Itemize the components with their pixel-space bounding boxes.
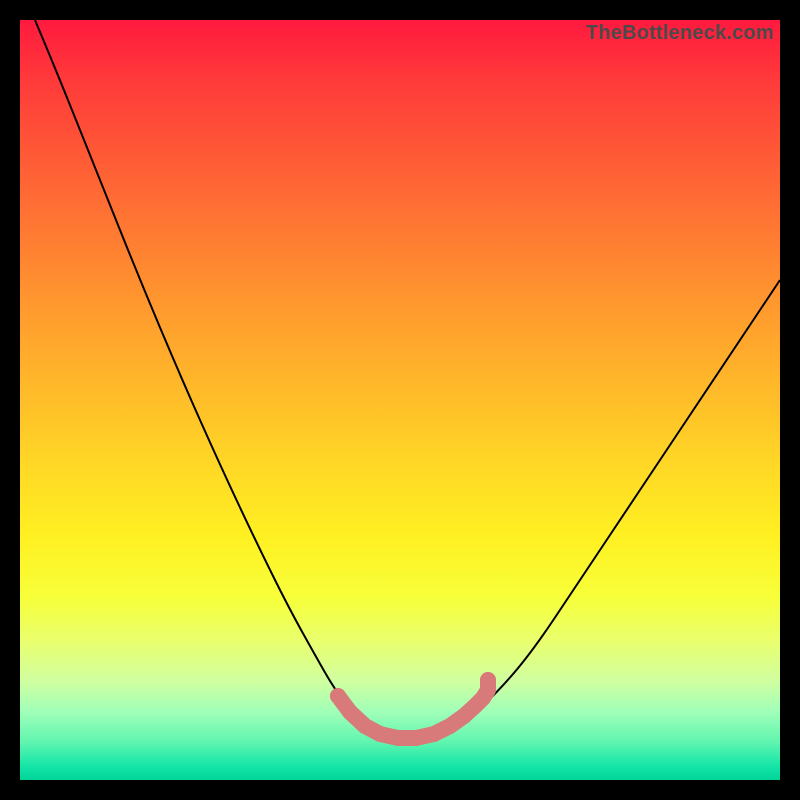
minimum-marker-dot: [372, 726, 388, 742]
minimum-marker-dot: [442, 718, 458, 734]
bottleneck-curve: [35, 20, 780, 738]
chart-frame: TheBottleneck.com: [0, 0, 800, 800]
minimum-marker-dot: [408, 730, 424, 746]
minimum-marker-dot: [426, 726, 442, 742]
plot-area: TheBottleneck.com: [20, 20, 780, 780]
minimum-marker-dot: [480, 672, 496, 688]
minimum-marker-dot: [342, 704, 358, 720]
minimum-marker-dot: [390, 730, 406, 746]
minimum-marker-dot: [357, 718, 373, 734]
minimum-marker-dot: [330, 688, 346, 704]
minimum-marker-cluster: [330, 672, 496, 746]
curve-svg: [20, 20, 780, 780]
